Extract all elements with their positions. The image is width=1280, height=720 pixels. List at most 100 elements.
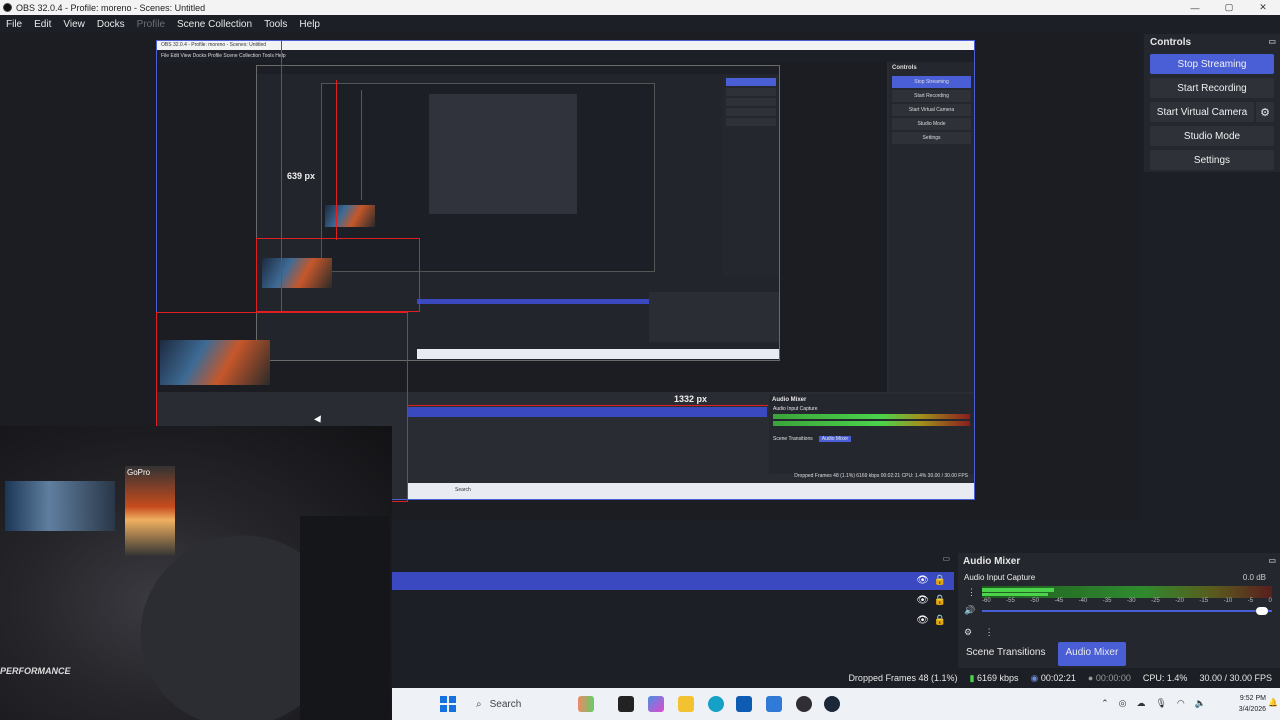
edge-icon[interactable]: [708, 696, 724, 712]
kebab-menu-icon[interactable]: ⋮: [967, 587, 976, 598]
outlook-icon[interactable]: [766, 696, 782, 712]
stop-streaming-button[interactable]: Stop Streaming: [1150, 54, 1274, 74]
tab-scene-transitions[interactable]: Scene Transitions: [958, 642, 1054, 666]
obs-window: OBS 32.0.4 - Profile: moreno - Scenes: U…: [0, 0, 1280, 720]
obs-taskbar-icon[interactable]: [796, 696, 812, 712]
tray-app-icon[interactable]: ◎: [1119, 698, 1127, 709]
camera-feed: GoPro PERFORMANCE: [0, 426, 392, 720]
task-view-icon[interactable]: [618, 696, 634, 712]
menu-help[interactable]: Help: [293, 19, 326, 30]
chevron-up-icon[interactable]: ⌃: [1101, 698, 1109, 709]
mic-icon[interactable]: 🎙: [1155, 698, 1166, 709]
nested-mixer-source: Audio Input Capture: [773, 406, 818, 412]
scale-tick: -50: [1030, 598, 1039, 604]
gear-icon[interactable]: ⚙: [1256, 102, 1274, 122]
eye-icon[interactable]: 👁: [916, 615, 929, 626]
status-bar: Dropped Frames 48 (1.1%) ▮ 6169 kbps ◉ 0…: [392, 668, 1280, 688]
scale-tick: -30: [1126, 598, 1136, 604]
volume-meter: [982, 586, 1272, 598]
source-row-3[interactable]: 👁 🔒: [392, 612, 954, 630]
start-recording-button[interactable]: Start Recording: [1150, 78, 1274, 98]
search-icon: ⌕: [476, 698, 482, 710]
lock-icon[interactable]: 🔒: [934, 575, 946, 586]
measure-line-v2: [336, 80, 337, 240]
widgets-icon[interactable]: [578, 696, 594, 712]
nested-controls-title: Controls: [892, 65, 917, 71]
volume-slider-handle[interactable]: [1256, 607, 1268, 615]
settings-button[interactable]: Settings: [1150, 150, 1274, 170]
fps: 30.00 / 30.00 FPS: [1199, 673, 1272, 683]
tab-audio-mixer[interactable]: Audio Mixer: [1057, 642, 1127, 666]
copilot-icon[interactable]: [648, 696, 664, 712]
controls-dock: Controls ▭ Stop Streaming Start Recordin…: [1144, 34, 1280, 172]
meter-level-right: [982, 593, 1048, 596]
record-time-value: 00:00:00: [1095, 673, 1131, 683]
width-measure-label: 1332 px: [674, 394, 708, 404]
menu-profile[interactable]: Profile: [131, 19, 171, 30]
stream-icon: ◉: [1030, 672, 1039, 683]
scale-tick: -15: [1199, 598, 1209, 604]
nested-selected-source: [407, 407, 767, 417]
nested-taskbar: Search: [407, 483, 974, 499]
undock-icon[interactable]: ▭: [1268, 37, 1276, 46]
windows-taskbar: ⌕ Search ⌃ ◎ ☁ 🎙 ◠ 🔈 9:52 PM 3/4/2026 🔔: [392, 688, 1280, 720]
menu-tools[interactable]: Tools: [258, 19, 293, 30]
volume-icon[interactable]: 🔈: [1195, 698, 1206, 709]
source-row-1[interactable]: 👁 🔒: [392, 572, 954, 590]
steam-icon[interactable]: [824, 696, 840, 712]
wifi-icon[interactable]: ◠: [1177, 698, 1185, 709]
file-explorer-icon[interactable]: [678, 696, 694, 712]
sources-dock: ▭ 👁 🔒 👁 🔒 👁 🔒: [392, 552, 954, 668]
scale-tick: -20: [1175, 598, 1184, 604]
nested2-btn-2: [726, 88, 776, 96]
nested2-btn-4: [726, 108, 776, 116]
scale-tick: -5: [1247, 598, 1254, 604]
taskbar-clock[interactable]: 9:52 PM 3/4/2026: [1239, 693, 1266, 715]
nested2-bar: [257, 66, 779, 74]
menu-file[interactable]: File: [0, 19, 28, 30]
close-button[interactable]: ✕: [1246, 0, 1280, 15]
eye-icon[interactable]: 👁: [916, 575, 929, 586]
menu-view[interactable]: View: [57, 19, 91, 30]
controls-title: Controls: [1150, 37, 1192, 48]
cpu-usage: CPU: 1.4%: [1142, 673, 1188, 683]
mixer-menu-icon[interactable]: ⋮: [985, 627, 994, 637]
menu-scene-collection[interactable]: Scene Collection: [171, 19, 258, 30]
eye-icon[interactable]: 👁: [916, 595, 929, 606]
maximize-button[interactable]: ▢: [1212, 0, 1246, 15]
measure-line-v3: [361, 90, 362, 200]
lock-icon[interactable]: 🔒: [934, 615, 946, 626]
windows-start-icon[interactable]: [440, 696, 456, 712]
dock-tabs: Scene Transitions Audio Mixer: [958, 642, 1280, 666]
camera-gopro-box: GoPro: [125, 466, 175, 556]
cloud-icon[interactable]: ☁: [1136, 698, 1145, 709]
undock-icon[interactable]: ▭: [1268, 556, 1276, 565]
minimize-button[interactable]: —: [1178, 0, 1212, 15]
obs-app-icon: [3, 3, 12, 12]
camera-shadow: [300, 516, 390, 720]
start-virtual-camera-button[interactable]: Start Virtual Camera: [1150, 102, 1254, 122]
undock-icon[interactable]: ▭: [942, 554, 950, 563]
volume-slider[interactable]: [982, 607, 1272, 615]
scale-tick: -10: [1223, 598, 1233, 604]
menu-docks[interactable]: Docks: [91, 19, 131, 30]
menu-edit[interactable]: Edit: [28, 19, 57, 30]
measure-box-2: [256, 238, 420, 312]
nested-tab-mixer: Audio Mixer: [818, 436, 852, 442]
window-buttons: — ▢ ✕: [1178, 0, 1280, 15]
studio-mode-button[interactable]: Studio Mode: [1150, 126, 1274, 146]
nested2-selected: [417, 299, 649, 304]
store-icon[interactable]: [736, 696, 752, 712]
source-row-2[interactable]: 👁 🔒: [392, 592, 954, 610]
bitrate: ▮ 6169 kbps: [969, 673, 1018, 684]
nested-tabs: Scene Transitions Audio Mixer: [769, 428, 974, 442]
speaker-icon[interactable]: 🔊: [964, 605, 975, 616]
mixer-title: Audio Mixer: [963, 556, 1021, 567]
clock-date: 3/4/2026: [1238, 706, 1266, 713]
lock-icon[interactable]: 🔒: [934, 595, 946, 606]
scale-tick: -35: [1102, 598, 1112, 604]
recursive-feed-3: [325, 205, 375, 227]
notification-bell-icon[interactable]: 🔔: [1268, 698, 1278, 707]
advanced-audio-icon[interactable]: ⚙: [964, 627, 972, 637]
scale-tick: -60: [982, 598, 991, 604]
